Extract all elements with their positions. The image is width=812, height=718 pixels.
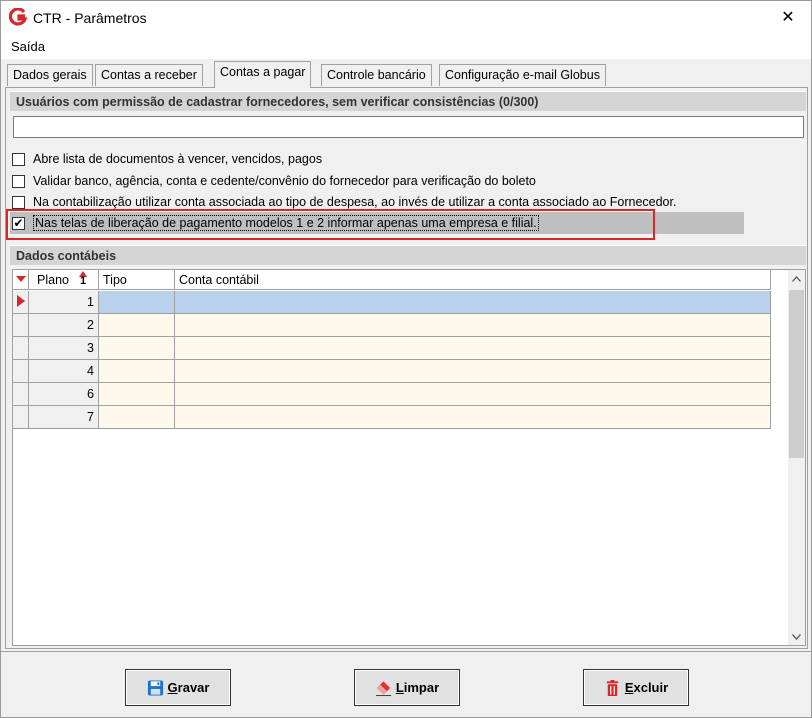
excluir-hotkey: E <box>624 680 634 695</box>
cell-conta[interactable] <box>175 406 771 428</box>
scroll-thumb[interactable] <box>789 290 804 458</box>
grid-header: Plano 1 Tipo Conta contábil <box>13 270 771 290</box>
column-plano-label: Plano <box>37 273 69 287</box>
table-row[interactable]: 7 <box>13 406 771 429</box>
eraser-icon <box>375 680 391 696</box>
gravar-button[interactable]: Gravar <box>125 669 231 706</box>
tab-contas-a-pagar[interactable]: Contas a pagar <box>214 61 312 88</box>
limpar-hotkey: L <box>395 680 404 695</box>
row-indicator <box>13 291 29 313</box>
column-tipo[interactable]: Tipo <box>99 270 175 290</box>
cell-tipo[interactable] <box>99 337 175 359</box>
tab-configuracao-email[interactable]: Configuração e-mail Globus <box>439 64 606 86</box>
option-validar-banco[interactable]: Validar banco, agência, conta e cedente/… <box>12 172 536 190</box>
current-row-arrow-icon <box>17 295 25 307</box>
option-label: Na contabilização utilizar conta associa… <box>33 195 677 209</box>
option-label: Validar banco, agência, conta e cedente/… <box>33 174 536 188</box>
grid-menu-icon[interactable] <box>13 270 29 290</box>
tab-controle-bancario[interactable]: Controle bancário <box>321 64 432 86</box>
table-row[interactable]: 3 <box>13 337 771 360</box>
cell-tipo[interactable] <box>99 383 175 405</box>
cell-conta[interactable] <box>175 291 771 313</box>
cell-plano[interactable]: 6 <box>29 383 99 405</box>
menu-bar: Saída <box>1 33 811 59</box>
permission-users-field[interactable] <box>13 116 804 138</box>
close-icon: ✕ <box>781 9 795 26</box>
annotation-highlight-box <box>6 209 655 240</box>
table-row[interactable]: 6 <box>13 383 771 406</box>
tab-panel: Usuários com permissão de cadastrar forn… <box>5 87 808 649</box>
tab-dados-gerais[interactable]: Dados gerais <box>7 64 93 86</box>
gravar-hotkey: G <box>167 680 178 695</box>
cell-plano[interactable]: 4 <box>29 360 99 382</box>
excluir-button[interactable]: Excluir <box>583 669 689 706</box>
row-indicator <box>13 383 29 405</box>
button-bar: Gravar Limpar Excluir <box>1 651 811 717</box>
tab-contas-a-receber[interactable]: Contas a receber <box>95 64 203 86</box>
row-indicator <box>13 314 29 336</box>
menu-item-saida[interactable]: Saída <box>11 39 45 54</box>
option-label: Abre lista de documentos à vencer, venci… <box>33 152 323 166</box>
option-abre-lista[interactable]: Abre lista de documentos à vencer, venci… <box>12 150 322 168</box>
cell-plano[interactable]: 3 <box>29 337 99 359</box>
column-plano[interactable]: Plano 1 <box>29 270 99 290</box>
excluir-label: xcluir <box>633 680 669 695</box>
checkbox[interactable] <box>12 195 25 209</box>
cell-conta[interactable] <box>175 360 771 382</box>
checkbox[interactable] <box>12 152 25 166</box>
cell-conta[interactable] <box>175 383 771 405</box>
cell-tipo[interactable] <box>99 314 175 336</box>
vertical-scrollbar[interactable] <box>788 270 805 645</box>
tab-strip: Dados gerais Contas a receber Contas a p… <box>7 61 807 88</box>
row-indicator <box>13 337 29 359</box>
cell-tipo[interactable] <box>99 291 175 313</box>
table-row[interactable]: 2 <box>13 314 771 337</box>
cell-plano[interactable]: 7 <box>29 406 99 428</box>
scroll-down-icon[interactable] <box>788 628 805 645</box>
limpar-label: impar <box>403 680 440 695</box>
permission-users-header: Usuários com permissão de cadastrar forn… <box>10 91 806 111</box>
row-indicator <box>13 360 29 382</box>
dados-contabeis-header: Dados contábeis <box>10 245 806 265</box>
save-disk-icon <box>147 679 163 696</box>
parameters-window: CTR - Parâmetros ✕ Saída Dados gerais Co… <box>0 0 812 718</box>
limpar-button[interactable]: Limpar <box>354 669 460 706</box>
cell-tipo[interactable] <box>99 406 175 428</box>
cell-conta[interactable] <box>175 314 771 336</box>
gravar-label: ravar <box>177 680 210 695</box>
cell-conta[interactable] <box>175 337 771 359</box>
globus-logo-icon <box>9 8 27 26</box>
cell-tipo[interactable] <box>99 360 175 382</box>
title-bar: CTR - Parâmetros ✕ <box>1 1 811 33</box>
scroll-up-icon[interactable] <box>788 270 805 287</box>
table-row[interactable]: 1 <box>13 291 771 314</box>
trash-icon <box>606 679 618 696</box>
cell-plano[interactable]: 2 <box>29 314 99 336</box>
checkbox[interactable] <box>12 174 25 188</box>
cell-plano[interactable]: 1 <box>29 291 99 313</box>
close-button[interactable]: ✕ <box>765 1 811 33</box>
column-conta-contabil[interactable]: Conta contábil <box>175 270 771 290</box>
window-title: CTR - Parâmetros <box>33 10 147 26</box>
accounting-grid[interactable]: Plano 1 Tipo Conta contábil 1 2 3 4 6 7 <box>12 269 806 646</box>
row-indicator <box>13 406 29 428</box>
table-row[interactable]: 4 <box>13 360 771 383</box>
